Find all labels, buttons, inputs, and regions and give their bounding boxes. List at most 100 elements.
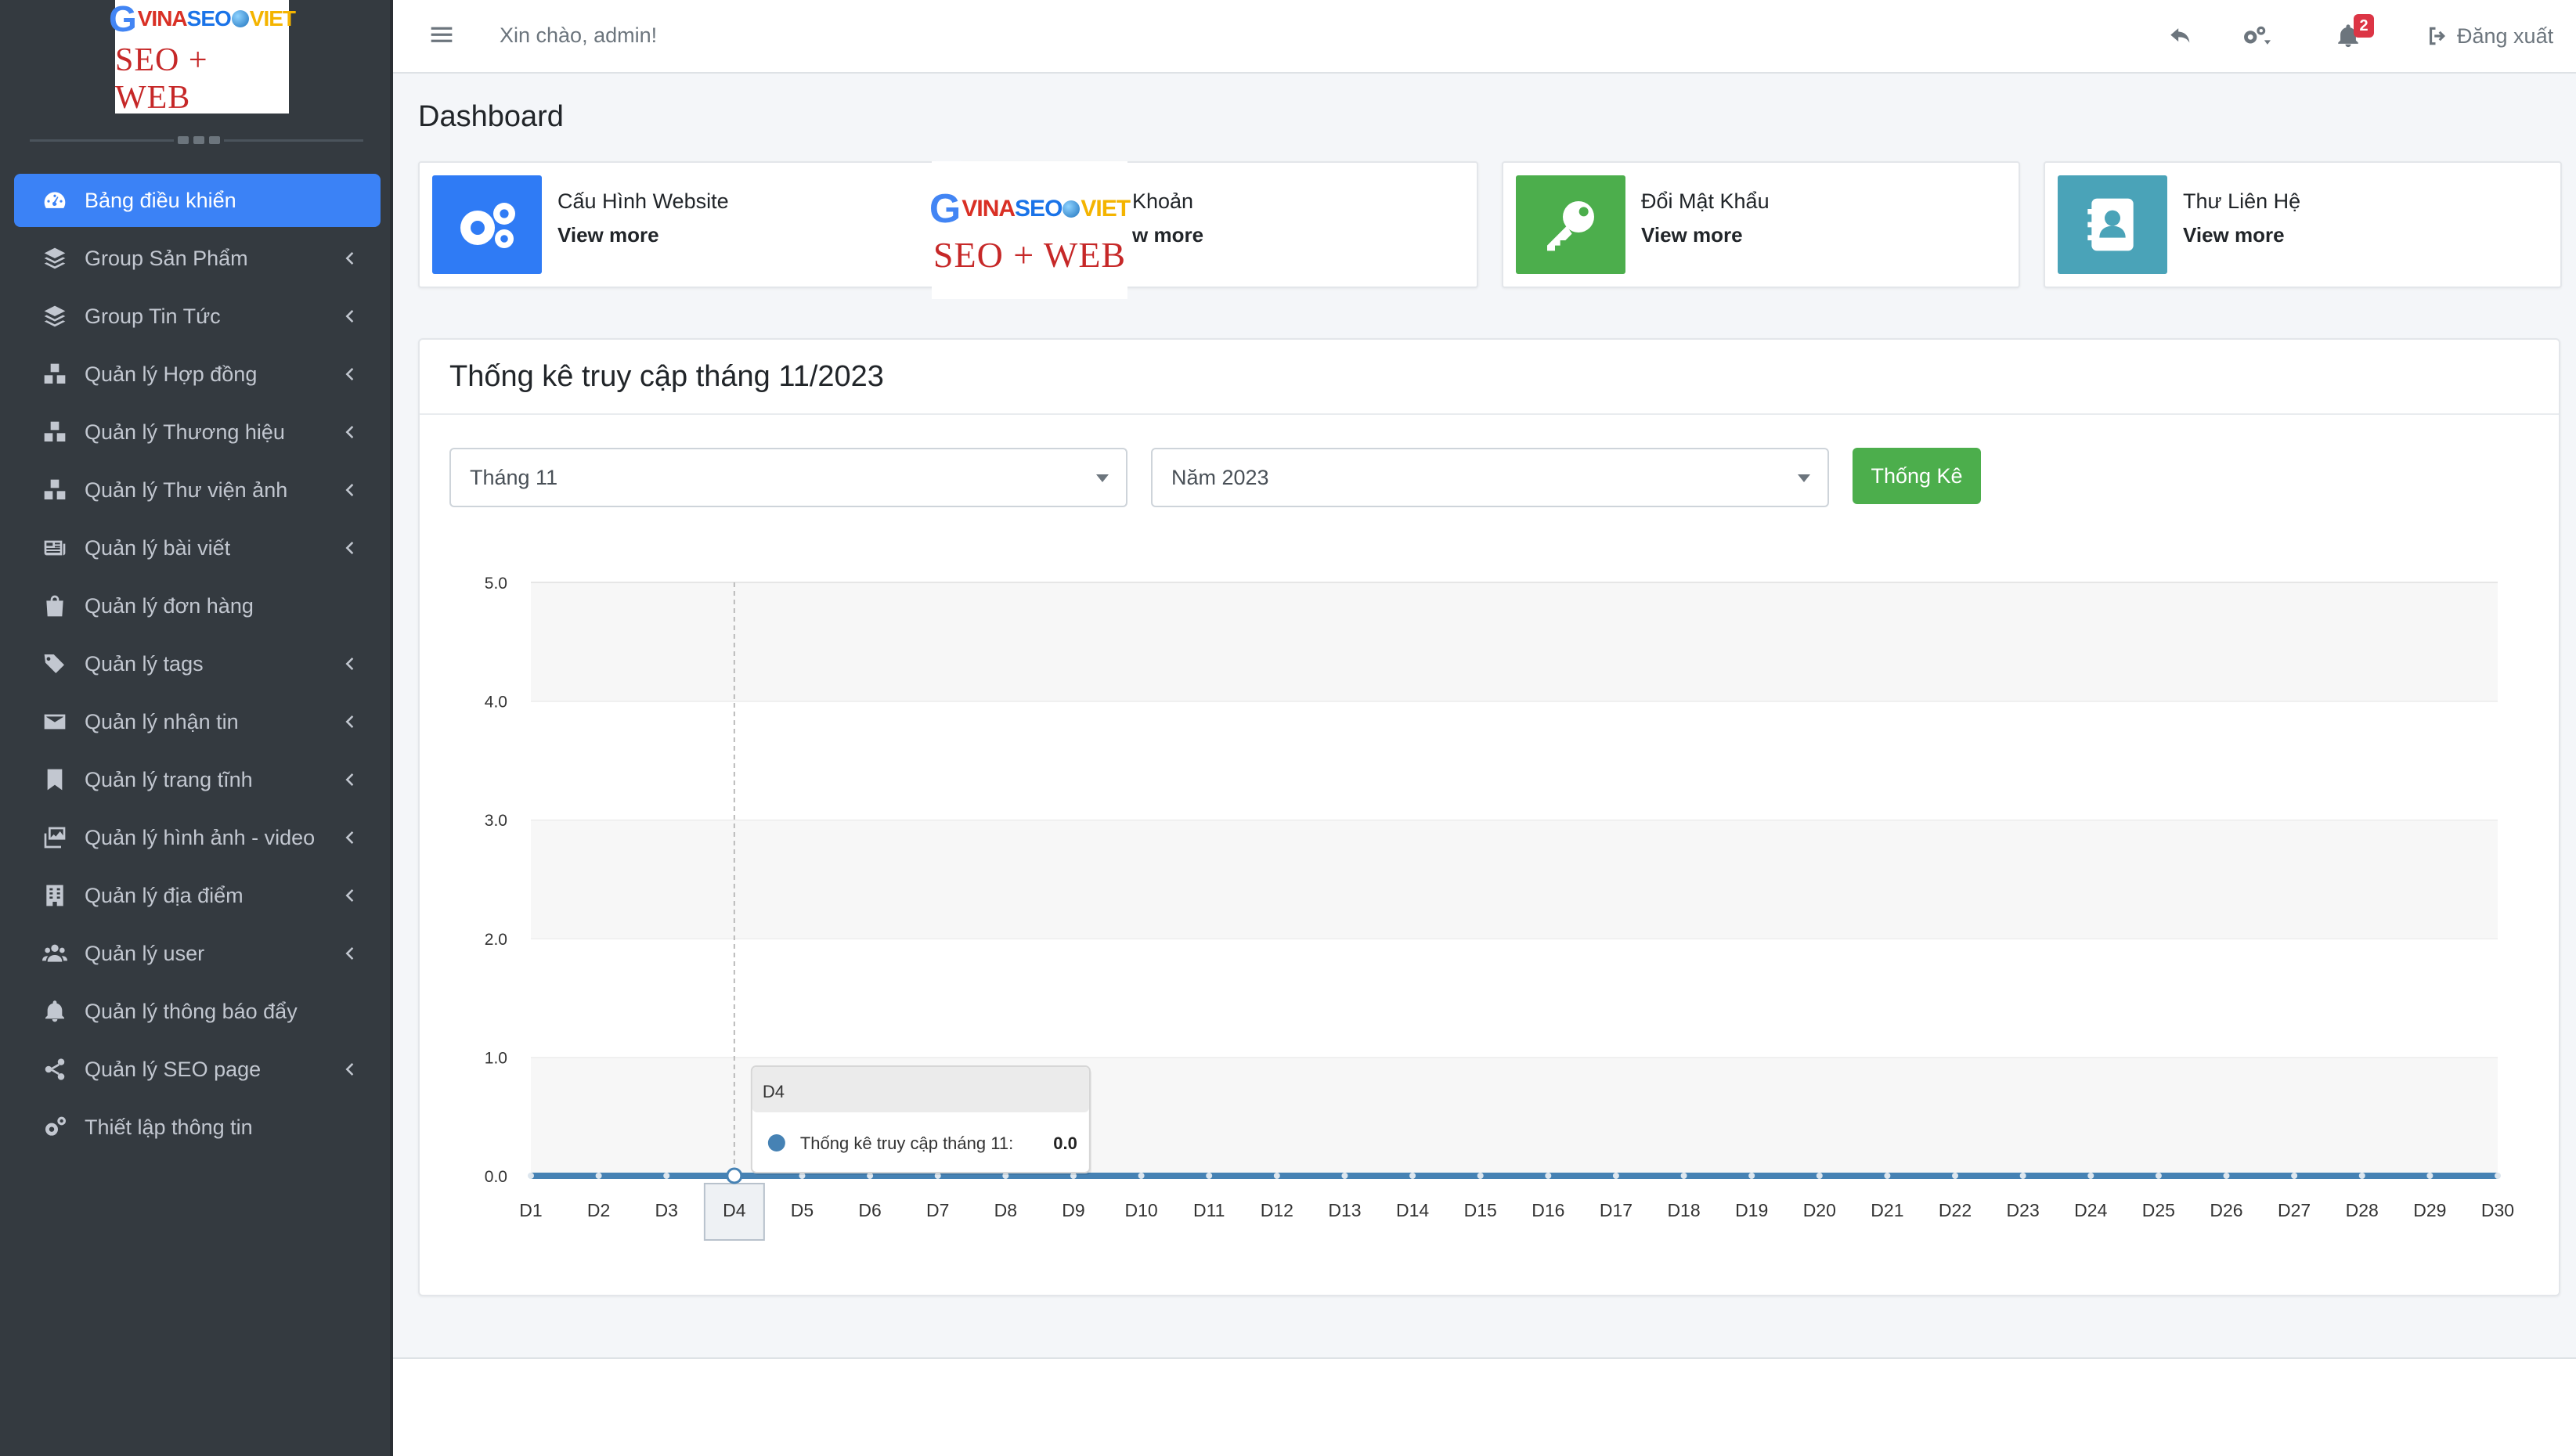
share-icon xyxy=(41,1055,69,1083)
x-tick-label: D12 xyxy=(1261,1200,1293,1220)
sidebar-item-quan-ly-bai-viet[interactable]: Quản lý bài viết xyxy=(14,521,381,575)
view-more-link[interactable]: View more xyxy=(2183,223,2300,247)
chevron-left-icon xyxy=(340,1060,359,1079)
x-tick-label: D30 xyxy=(2481,1200,2514,1220)
chevron-left-icon xyxy=(340,249,359,268)
chevron-left-icon xyxy=(340,307,359,326)
envelope-icon xyxy=(41,708,69,736)
tooltip-label: Thống kê truy cập tháng 11: xyxy=(800,1133,1013,1153)
grid-band xyxy=(531,701,2498,820)
data-point xyxy=(1409,1173,1416,1179)
sidebar-item-quan-ly-don-hang[interactable]: Quản lý đơn hàng xyxy=(14,579,381,632)
sidebar-item-quan-ly-thong-bao-day[interactable]: Quản lý thông báo đẩy xyxy=(14,985,381,1038)
x-tick-label: D10 xyxy=(1124,1200,1157,1220)
hamburger-menu-icon[interactable] xyxy=(429,22,454,47)
sidebar-item-quan-ly-thuong-hieu[interactable]: Quản lý Thương hiệu xyxy=(14,405,381,459)
sidebar-item-quan-ly-user[interactable]: Quản lý user xyxy=(14,927,381,980)
x-tick-label: D13 xyxy=(1328,1200,1361,1220)
data-point xyxy=(528,1173,534,1179)
cogs-icon xyxy=(432,175,542,274)
sidebar-item-label: Quản lý Thư viện ảnh xyxy=(85,478,288,502)
sidebar-item-label: Quản lý địa điểm xyxy=(85,883,244,907)
chevron-left-icon xyxy=(340,654,359,673)
sidebar-item-quan-ly-seo-page[interactable]: Quản lý SEO page xyxy=(14,1043,381,1096)
sidebar-item-bang-dieu-khien[interactable]: Bảng điều khiển xyxy=(14,174,381,227)
y-tick-label: 3.0 xyxy=(485,812,507,830)
data-point xyxy=(2291,1173,2298,1179)
dashboard-icon xyxy=(41,186,69,214)
data-point xyxy=(663,1173,670,1179)
x-tick-label: D5 xyxy=(791,1200,814,1220)
data-point xyxy=(726,1167,743,1184)
chevron-left-icon xyxy=(340,423,359,441)
data-point xyxy=(2087,1173,2094,1179)
y-tick-label: 2.0 xyxy=(485,931,507,949)
view-more-link[interactable]: View more xyxy=(1641,223,1770,247)
card-change-password[interactable]: Đổi Mật Khẩu View more xyxy=(1502,161,2020,288)
view-more-link[interactable]: w more xyxy=(1132,223,1203,247)
chevron-left-icon xyxy=(340,539,359,557)
x-tick-label: D23 xyxy=(2007,1200,2040,1220)
sidebar-item-label: Quản lý SEO page xyxy=(85,1057,262,1081)
boxes-icon xyxy=(41,418,69,446)
sidebar-item-label: Bảng điều khiển xyxy=(85,188,236,212)
x-tick-label: D25 xyxy=(2142,1200,2175,1220)
x-tick-label: D6 xyxy=(858,1200,881,1220)
y-tick-label: 4.0 xyxy=(485,694,507,712)
brand-logo[interactable]: G VINA SEO VIET SEO + WEB xyxy=(109,0,296,116)
sidebar-item-label: Group Sản Phẩm xyxy=(85,246,248,270)
x-tick-label: D4 xyxy=(723,1200,746,1220)
sidebar-item-quan-ly-hinh-anh-video[interactable]: Quản lý hình ảnh - video xyxy=(14,811,381,864)
undo-icon[interactable] xyxy=(2167,20,2194,52)
greeting-text: Xin chào, admin! xyxy=(500,23,658,47)
settings-dropdown-icon[interactable] xyxy=(2241,20,2271,52)
sidebar-item-label: Quản lý thông báo đẩy xyxy=(85,999,298,1023)
users-icon xyxy=(41,939,69,968)
tags-icon xyxy=(41,650,69,678)
x-tick-label: D8 xyxy=(994,1200,1017,1220)
grid-band xyxy=(531,582,2498,701)
x-tick-label: D19 xyxy=(1735,1200,1768,1220)
data-point xyxy=(1341,1173,1348,1179)
x-tick-label: D3 xyxy=(655,1200,678,1220)
card-website-config[interactable]: Cấu Hình Website View more xyxy=(418,161,936,288)
card-title: Khoản xyxy=(1132,189,1194,213)
bookmark-icon xyxy=(41,766,69,794)
chevron-left-icon xyxy=(340,365,359,384)
sidebar-item-quan-ly-hop-dong[interactable]: Quản lý Hợp đồng xyxy=(14,348,381,401)
globe-icon xyxy=(1063,200,1081,218)
sidebar-item-quan-ly-trang-tinh[interactable]: Quản lý trang tĩnh xyxy=(14,753,381,806)
sidebar-item-quan-ly-nhan-tin[interactable]: Quản lý nhận tin xyxy=(14,695,381,748)
sidebar-item-quan-ly-tags[interactable]: Quản lý tags xyxy=(14,637,381,690)
sidebar-item-label: Quản lý hình ảnh - video xyxy=(85,825,316,849)
data-point xyxy=(2019,1173,2026,1179)
sidebar-item-label: Quản lý bài viết xyxy=(85,535,231,560)
bell-icon xyxy=(41,997,69,1025)
sidebar-item-quan-ly-thu-vien-anh[interactable]: Quản lý Thư viện ảnh xyxy=(14,463,381,517)
notifications-bell-icon[interactable]: 2 xyxy=(2335,14,2374,52)
chevron-left-icon xyxy=(340,712,359,731)
data-point xyxy=(1816,1173,1823,1179)
page-title: Dashboard xyxy=(418,100,564,133)
sidebar-nav: Bảng điều khiển Group Sản Phẩm Group Tin T… xyxy=(14,174,381,1159)
chevron-left-icon xyxy=(340,886,359,905)
x-tick-label: D29 xyxy=(2413,1200,2446,1220)
logout-button[interactable]: Đăng xuất xyxy=(2426,20,2553,52)
sidebar-resize-handle[interactable] xyxy=(174,135,224,146)
sidebar-item-label: Quản lý Thương hiệu xyxy=(85,420,285,444)
key-icon xyxy=(1516,175,1625,274)
card-title: Đổi Mật Khẩu xyxy=(1641,189,1770,213)
sidebar-item-group-tin-tuc[interactable]: Group Tin Tức xyxy=(14,290,381,343)
view-more-link[interactable]: View more xyxy=(557,223,729,247)
data-point xyxy=(1273,1173,1280,1179)
sidebar-item-group-san-pham[interactable]: Group Sản Phẩm xyxy=(14,232,381,285)
sidebar-item-quan-ly-dia-diem[interactable]: Quản lý địa điểm xyxy=(14,869,381,922)
x-tick-label: D27 xyxy=(2278,1200,2311,1220)
card-contact-mail[interactable]: Thư Liên Hệ View more xyxy=(2044,161,2562,288)
sidebar-item-thiet-lap-thong-tin[interactable]: Thiết lập thông tin xyxy=(14,1101,381,1154)
data-point xyxy=(1206,1173,1213,1179)
sign-out-icon xyxy=(2430,27,2445,45)
boxes-icon xyxy=(41,476,69,504)
layers-icon xyxy=(41,302,69,330)
sidebar-item-label: Quản lý trang tĩnh xyxy=(85,767,253,791)
